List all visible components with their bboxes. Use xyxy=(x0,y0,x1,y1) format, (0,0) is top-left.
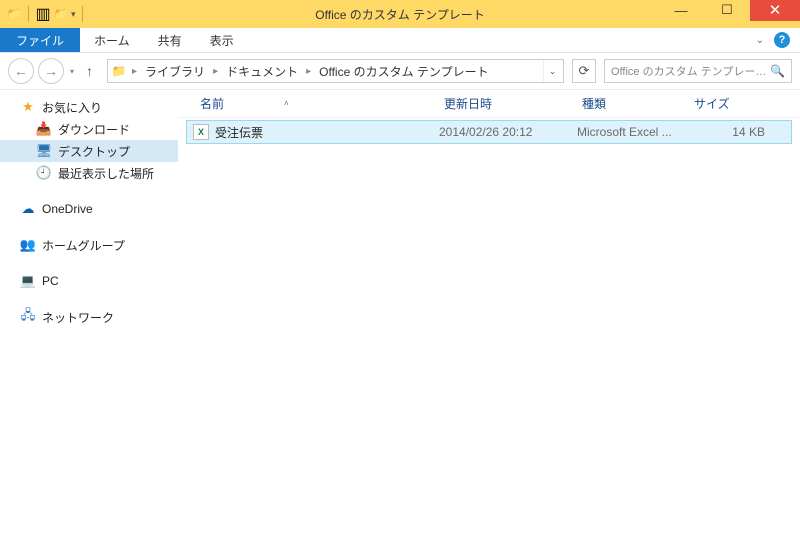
help-icon[interactable]: ? xyxy=(774,32,790,48)
star-icon: ★ xyxy=(20,99,36,115)
window-controls: — ☐ ✕ xyxy=(658,0,800,28)
up-button[interactable]: ↑ xyxy=(80,63,99,79)
search-placeholder: Office のカスタム テンプレートの... xyxy=(611,63,770,79)
file-size: 14 KB xyxy=(689,125,791,139)
file-date: 2014/02/26 20:12 xyxy=(439,125,577,139)
qat-separator xyxy=(28,6,29,22)
sidebar-item-favorites[interactable]: ★ お気に入り xyxy=(0,96,178,118)
qat-separator-2 xyxy=(82,6,83,22)
column-header-type[interactable]: 種類 xyxy=(574,95,686,112)
new-folder-icon[interactable] xyxy=(53,6,69,22)
pc-icon: 💻 xyxy=(20,273,36,289)
sidebar-item-label: OneDrive xyxy=(42,202,93,216)
network-icon: 🖧 xyxy=(20,309,36,325)
tab-home[interactable]: ホーム xyxy=(80,28,144,52)
app-icon xyxy=(6,6,22,22)
search-icon[interactable]: 🔍 xyxy=(770,64,785,78)
sidebar-item-onedrive[interactable]: ☁ OneDrive xyxy=(0,198,178,220)
chevron-right-icon[interactable]: ▸ xyxy=(209,66,222,77)
ribbon-expand-icon[interactable]: ⌄ xyxy=(756,35,764,46)
sidebar-item-label: 最近表示した場所 xyxy=(58,165,154,182)
favorites-group: ★ お気に入り 📥 ダウンロード 🖥 デスクトップ 🕘 最近表示した場所 xyxy=(0,96,178,184)
sort-indicator-icon: ˄ xyxy=(284,99,289,108)
maximize-button[interactable]: ☐ xyxy=(704,0,750,20)
back-button[interactable]: ← xyxy=(8,58,34,84)
sidebar-item-recent[interactable]: 🕘 最近表示した場所 xyxy=(0,162,178,184)
nav-pane: ★ お気に入り 📥 ダウンロード 🖥 デスクトップ 🕘 最近表示した場所 ☁ O… xyxy=(0,90,178,533)
file-tab[interactable]: ファイル xyxy=(0,28,80,52)
sidebar-item-downloads[interactable]: 📥 ダウンロード xyxy=(0,118,178,140)
forward-button[interactable]: → xyxy=(38,58,64,84)
qat-customize-icon[interactable]: ▾ xyxy=(71,9,76,20)
refresh-button[interactable]: ⟳ xyxy=(572,59,596,83)
address-dropdown-icon[interactable]: ⌄ xyxy=(543,60,561,82)
properties-icon[interactable]: ▥ xyxy=(35,6,51,22)
ribbon: ファイル ホーム 共有 表示 ⌄ ? xyxy=(0,28,800,53)
onedrive-icon: ☁ xyxy=(20,201,36,217)
file-name: 受注伝票 xyxy=(215,124,263,141)
chevron-right-icon[interactable]: ▸ xyxy=(128,66,141,77)
column-headers: 名前 ˄ 更新日時 種類 サイズ xyxy=(178,90,800,118)
sidebar-item-label: ホームグループ xyxy=(42,237,125,254)
search-input[interactable]: Office のカスタム テンプレートの... 🔍 xyxy=(604,59,792,83)
sidebar-item-label: ダウンロード xyxy=(58,121,130,138)
sidebar-item-homegroup[interactable]: 👥 ホームグループ xyxy=(0,234,178,256)
chevron-right-icon[interactable]: ▸ xyxy=(302,66,315,77)
minimize-button[interactable]: — xyxy=(658,0,704,20)
crumb-current[interactable]: Office のカスタム テンプレート xyxy=(315,63,492,80)
file-type: Microsoft Excel ... xyxy=(577,125,689,139)
crumb-documents[interactable]: ドキュメント xyxy=(222,63,302,80)
close-button[interactable]: ✕ xyxy=(750,0,800,21)
desktop-icon: 🖥 xyxy=(36,143,52,159)
file-row[interactable]: X 受注伝票 2014/02/26 20:12 Microsoft Excel … xyxy=(186,120,792,144)
file-list-pane: 名前 ˄ 更新日時 種類 サイズ X 受注伝票 2014/02/26 20:12… xyxy=(178,90,800,533)
crumb-libraries[interactable]: ライブラリ xyxy=(141,63,209,80)
quick-access-toolbar: ▥ ▾ xyxy=(0,6,87,22)
downloads-icon: 📥 xyxy=(36,121,52,137)
sidebar-item-pc[interactable]: 💻 PC xyxy=(0,270,178,292)
folder-icon xyxy=(110,64,128,78)
main-area: ★ お気に入り 📥 ダウンロード 🖥 デスクトップ 🕘 最近表示した場所 ☁ O… xyxy=(0,89,800,533)
sidebar-item-label: デスクトップ xyxy=(58,143,130,160)
sidebar-item-label: お気に入り xyxy=(42,99,102,116)
title-bar: ▥ ▾ Office のカスタム テンプレート — ☐ ✕ xyxy=(0,0,800,28)
column-header-name[interactable]: 名前 ˄ xyxy=(192,95,436,112)
column-header-date[interactable]: 更新日時 xyxy=(436,95,574,112)
nav-row: ← → ▾ ↑ ▸ ライブラリ ▸ ドキュメント ▸ Office のカスタム … xyxy=(0,53,800,89)
tab-share[interactable]: 共有 xyxy=(144,28,196,52)
sidebar-item-network[interactable]: 🖧 ネットワーク xyxy=(0,306,178,328)
sidebar-item-label: PC xyxy=(42,274,59,288)
tab-view[interactable]: 表示 xyxy=(196,28,248,52)
address-bar[interactable]: ▸ ライブラリ ▸ ドキュメント ▸ Office のカスタム テンプレート ⌄ xyxy=(107,59,564,83)
homegroup-icon: 👥 xyxy=(20,237,36,253)
history-dropdown-icon[interactable]: ▾ xyxy=(68,67,76,76)
column-label: 名前 xyxy=(200,95,224,112)
sidebar-item-desktop[interactable]: 🖥 デスクトップ xyxy=(0,140,178,162)
sidebar-item-label: ネットワーク xyxy=(42,309,114,326)
excel-template-icon: X xyxy=(193,124,209,140)
recent-icon: 🕘 xyxy=(36,165,52,181)
column-header-size[interactable]: サイズ xyxy=(686,95,800,112)
